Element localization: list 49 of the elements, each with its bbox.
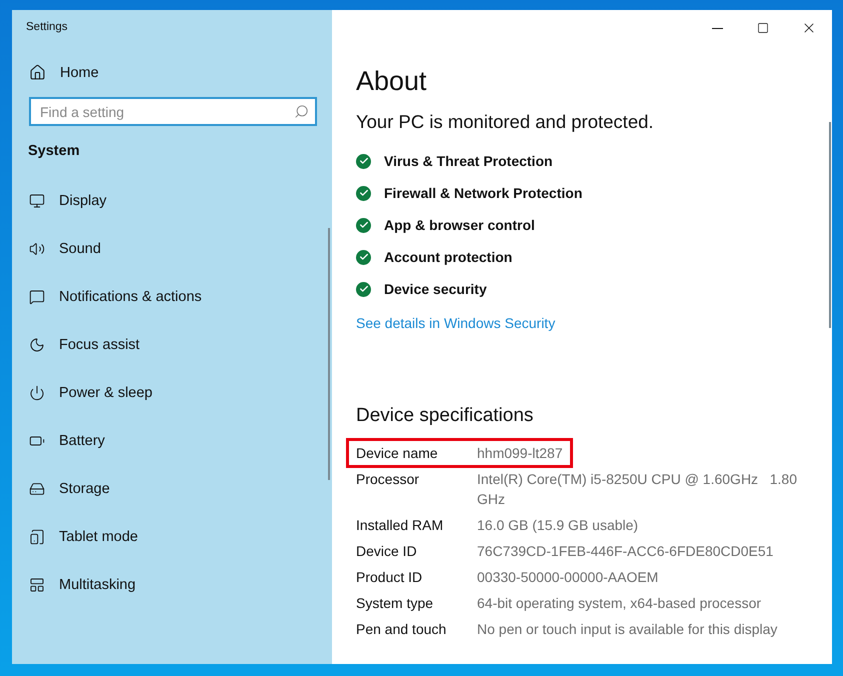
spec-value: hhm099-lt287: [477, 444, 563, 463]
nav-item[interactable]: Tablet mode: [12, 513, 332, 561]
spec-value: Intel(R) Core(TM) i5-8250U CPU @ 1.60GHz 1.80 GHz: [477, 470, 798, 509]
scrollbar[interactable]: [829, 122, 831, 328]
home-link[interactable]: Home: [12, 46, 332, 81]
protection-status: Device security: [384, 281, 487, 297]
spec-label: Installed RAM: [356, 516, 444, 535]
spec-value: 16.0 GB (15.9 GB usable): [477, 516, 640, 535]
protection-status: Account protection: [384, 249, 512, 265]
nav-item[interactable]: Sound: [12, 225, 332, 273]
security-link[interactable]: See details in Windows Security: [356, 315, 556, 331]
protection-heading: Your PC is monitored and protected.: [356, 111, 655, 133]
nav-item[interactable]: Multitasking: [12, 561, 332, 609]
drive-icon: [29, 481, 45, 497]
spec-label: Pen and touch: [356, 620, 448, 639]
spec-value: 76C739CD-1FEB-446F-ACC6-6FDE80CD0E51: [477, 542, 774, 561]
speech-bubble-icon: [29, 289, 45, 305]
nav-item[interactable]: Battery: [12, 417, 332, 465]
tablet-icon: [29, 529, 45, 545]
scrollbar[interactable]: [328, 228, 330, 480]
monitor-icon: [29, 193, 45, 209]
search-icon: [294, 104, 309, 119]
spec-label: Product ID: [356, 568, 424, 587]
spec-value: 64-bit operating system, x64-based processor: [477, 594, 762, 613]
spec-label: Device ID: [356, 542, 418, 561]
search-field[interactable]: Find a setting: [29, 97, 317, 126]
power-icon: [29, 385, 45, 401]
page-title: About: [356, 66, 428, 97]
protection-status: Virus & Threat Protection: [384, 153, 553, 169]
spec-label: Device name: [356, 444, 439, 463]
spec-label: System type: [356, 594, 434, 613]
spec-label: Processor: [356, 470, 420, 489]
specs-heading: Device specifications: [356, 405, 534, 427]
nav-item[interactable]: Power & sleep: [12, 369, 332, 417]
moon-icon: [29, 337, 45, 353]
spec-value: No pen or touch input is available for this display: [477, 620, 778, 639]
maximize-icon: [757, 22, 769, 34]
nav-item[interactable]: Focus assist: [12, 321, 332, 369]
nav-item[interactable]: Storage: [12, 465, 332, 513]
nav-item[interactable]: Display: [12, 177, 332, 225]
window-title: Settings: [25, 20, 69, 35]
multitasking-icon: [29, 577, 45, 593]
home-icon: [29, 64, 46, 81]
nav-item[interactable]: Notifications & actions: [12, 273, 332, 321]
protection-status: Firewall & Network Protection: [384, 185, 582, 201]
protection-status: App & browser control: [384, 217, 535, 233]
spec-value: 00330-50000-00000-AAOEM: [477, 568, 660, 587]
section-heading: System: [27, 142, 81, 159]
speaker-icon: [29, 241, 45, 257]
